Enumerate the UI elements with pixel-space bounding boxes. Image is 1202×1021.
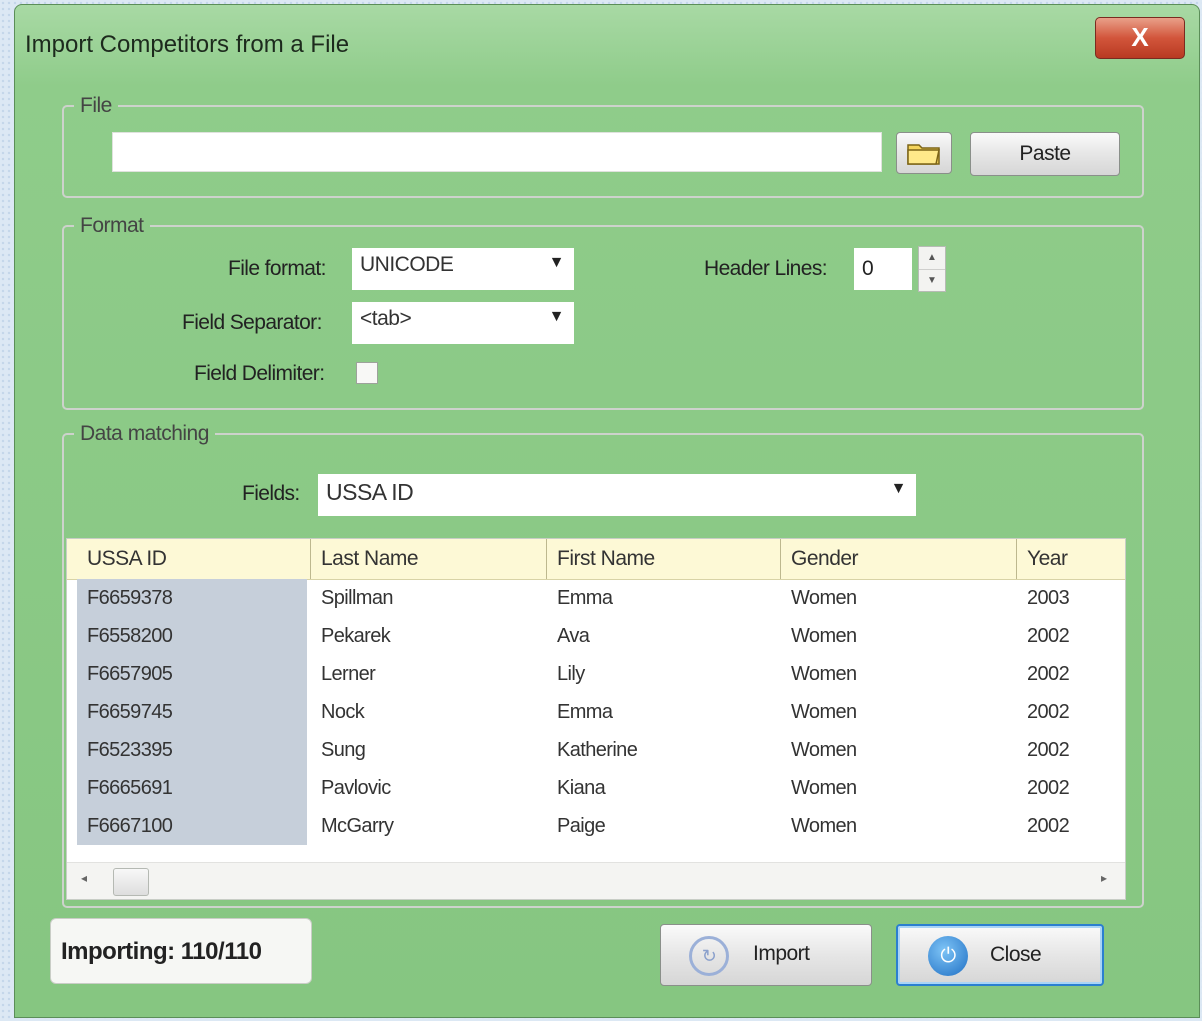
cell-ussa-id[interactable]: F6667100 xyxy=(77,807,307,845)
field-delimiter-label: Field Delimiter: xyxy=(194,362,325,385)
window-title: Import Competitors from a File xyxy=(25,31,350,58)
cell-gender[interactable]: Women xyxy=(781,731,1017,769)
field-delimiter-checkbox[interactable] xyxy=(356,362,378,384)
fields-value: USSA ID xyxy=(326,479,414,505)
cell-gender[interactable]: Women xyxy=(781,655,1017,693)
field-separator-value: <tab> xyxy=(360,307,412,330)
file-format-label: File format: xyxy=(228,257,326,280)
cell-ussa-id[interactable]: F6558200 xyxy=(77,617,307,655)
cell-last-name[interactable]: Sung xyxy=(311,731,547,769)
column-header-gender[interactable]: Gender xyxy=(781,539,1017,579)
format-group-legend: Format xyxy=(80,214,144,237)
table-row[interactable]: F6667100 McGarry Paige Women 2002 xyxy=(67,807,1125,845)
horizontal-scrollbar[interactable]: ◂ ▸ xyxy=(67,862,1125,899)
table-row[interactable]: F6523395 Sung Katherine Women 2002 xyxy=(67,731,1125,769)
file-group-legend: File xyxy=(80,94,112,117)
folder-icon xyxy=(907,144,940,165)
cell-gender[interactable]: Women xyxy=(781,579,1017,617)
table-row[interactable]: F6665691 Pavlovic Kiana Women 2002 xyxy=(67,769,1125,807)
import-icon: ↻ xyxy=(689,936,729,976)
cell-first-name[interactable]: Emma xyxy=(547,693,781,731)
cell-year[interactable]: 2002 xyxy=(1017,807,1125,845)
table-row[interactable]: F6659745 Nock Emma Women 2002 xyxy=(67,693,1125,731)
cell-last-name[interactable]: McGarry xyxy=(311,807,547,845)
cell-first-name[interactable]: Paige xyxy=(547,807,781,845)
cell-first-name[interactable]: Ava xyxy=(547,617,781,655)
browse-folder-button[interactable] xyxy=(896,132,952,174)
cell-last-name[interactable]: Pekarek xyxy=(311,617,547,655)
cell-last-name[interactable]: Lerner xyxy=(311,655,547,693)
scroll-thumb[interactable] xyxy=(113,868,149,896)
cell-gender[interactable]: Women xyxy=(781,693,1017,731)
fields-label: Fields: xyxy=(242,482,300,505)
fields-select[interactable]: USSA ID ▼ xyxy=(318,474,916,516)
header-lines-spinner[interactable]: ▲ ▼ xyxy=(918,246,946,292)
cell-first-name[interactable]: Lily xyxy=(547,655,781,693)
table-row[interactable]: F6657905 Lerner Lily Women 2002 xyxy=(67,655,1125,693)
cell-last-name[interactable]: Pavlovic xyxy=(311,769,547,807)
import-status: Importing: 110/110 xyxy=(50,918,312,984)
table-row[interactable]: F6558200 Pekarek Ava Women 2002 xyxy=(67,617,1125,655)
file-format-value: UNICODE xyxy=(360,253,454,276)
close-label: Close xyxy=(990,943,1042,966)
chevron-down-icon: ▼ xyxy=(548,254,565,271)
cell-year[interactable]: 2002 xyxy=(1017,693,1125,731)
column-header-first-name[interactable]: First Name xyxy=(547,539,781,579)
chevron-down-icon: ▼ xyxy=(890,480,907,497)
table-row[interactable]: F6659378 Spillman Emma Women 2003 xyxy=(67,579,1125,617)
cell-last-name[interactable]: Spillman xyxy=(311,579,547,617)
close-button[interactable]: ⏻ Close xyxy=(896,924,1104,986)
paste-button[interactable]: Paste xyxy=(970,132,1120,176)
import-label: Import xyxy=(753,942,810,965)
field-separator-select[interactable]: <tab> ▼ xyxy=(352,302,574,344)
data-matching-legend: Data matching xyxy=(80,422,209,445)
cell-last-name[interactable]: Nock xyxy=(311,693,547,731)
cell-year[interactable]: 2002 xyxy=(1017,655,1125,693)
cell-first-name[interactable]: Kiana xyxy=(547,769,781,807)
cell-first-name[interactable]: Katherine xyxy=(547,731,781,769)
cell-year[interactable]: 2002 xyxy=(1017,617,1125,655)
column-header-last-name[interactable]: Last Name xyxy=(311,539,547,579)
cell-gender[interactable]: Women xyxy=(781,807,1017,845)
file-format-select[interactable]: UNICODE ▼ xyxy=(352,248,574,290)
window-close-button[interactable]: X xyxy=(1095,17,1185,59)
cell-ussa-id[interactable]: F6523395 xyxy=(77,731,307,769)
file-path-input[interactable] xyxy=(112,132,882,172)
cell-year[interactable]: 2002 xyxy=(1017,731,1125,769)
cell-ussa-id[interactable]: F6659745 xyxy=(77,693,307,731)
column-header-year[interactable]: Year xyxy=(1017,539,1125,579)
competitor-grid[interactable]: USSA ID Last Name First Name Gender Year… xyxy=(66,538,1126,900)
import-button[interactable]: ↻ Import xyxy=(660,924,872,986)
close-icon: ⏻ xyxy=(928,936,968,976)
cell-ussa-id[interactable]: F6659378 xyxy=(77,579,307,617)
grid-header: USSA ID Last Name First Name Gender Year xyxy=(67,539,1125,580)
chevron-down-icon: ▼ xyxy=(548,308,565,325)
cell-gender[interactable]: Women xyxy=(781,769,1017,807)
cell-gender[interactable]: Women xyxy=(781,617,1017,655)
cell-ussa-id[interactable]: F6665691 xyxy=(77,769,307,807)
scroll-right-icon[interactable]: ▸ xyxy=(1101,871,1107,885)
cell-year[interactable]: 2003 xyxy=(1017,579,1125,617)
cell-first-name[interactable]: Emma xyxy=(547,579,781,617)
header-lines-input[interactable] xyxy=(854,248,912,290)
scroll-left-icon[interactable]: ◂ xyxy=(81,871,87,885)
field-separator-label: Field Separator: xyxy=(182,311,322,334)
spin-down-icon[interactable]: ▼ xyxy=(919,270,945,292)
header-lines-label: Header Lines: xyxy=(704,257,828,280)
cell-year[interactable]: 2002 xyxy=(1017,769,1125,807)
spin-up-icon[interactable]: ▲ xyxy=(919,247,945,270)
column-header-ussa-id[interactable]: USSA ID xyxy=(77,539,311,579)
cell-ussa-id[interactable]: F6657905 xyxy=(77,655,307,693)
